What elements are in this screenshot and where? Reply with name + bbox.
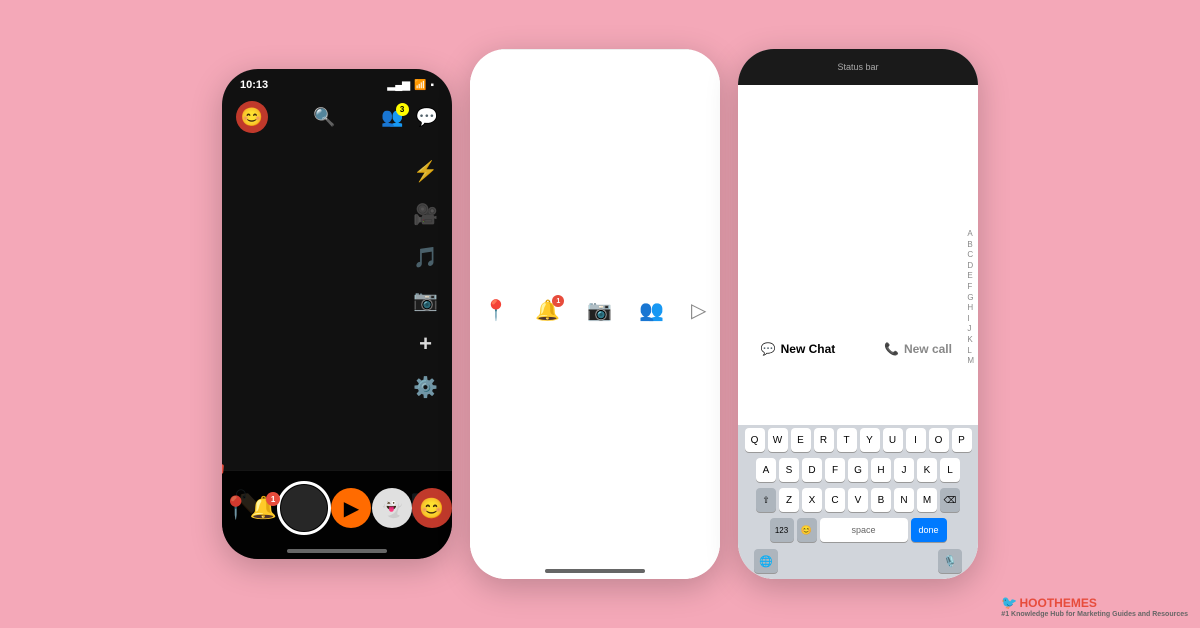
globe-key[interactable]: 🌐	[754, 549, 778, 573]
key-m[interactable]: M	[917, 488, 937, 512]
key-v[interactable]: V	[848, 488, 868, 512]
new-chat-icon: 💬	[761, 342, 776, 356]
key-y[interactable]: Y	[860, 428, 880, 452]
brand-name: HOOTHEMES	[1019, 596, 1096, 610]
brand-icon: 🐦	[1001, 595, 1017, 611]
camera-shutter-btn[interactable]	[277, 481, 331, 535]
record-btn[interactable]: ▶	[331, 488, 371, 528]
phone-1: 10:13 ▂▄▆ 📶 ▪ 😊 🔍 👥 3 💬 ⚡ 🎥 🎵 📷	[222, 69, 452, 559]
emoji-key[interactable]: 😊	[797, 518, 817, 542]
key-q[interactable]: Q	[745, 428, 765, 452]
flash-icon[interactable]: ⚡	[413, 159, 438, 184]
key-w[interactable]: W	[768, 428, 788, 452]
key-l[interactable]: L	[940, 458, 960, 482]
notif-badge2: 1	[552, 295, 564, 307]
red-arrow-1: ➜	[222, 454, 233, 486]
key-t[interactable]: T	[837, 428, 857, 452]
signal-icon: ▂▄▆	[388, 80, 410, 91]
key-j[interactable]: J	[894, 458, 914, 482]
kb-row-1: Q W E R T Y U I O P	[738, 425, 978, 455]
phone1-bottom-nav: ➜ 📍 🔔 1 ▶ 👻 😊	[222, 470, 452, 559]
key-p[interactable]: P	[952, 428, 972, 452]
watermark: 🐦 HOOTHEMES #1 Knowledge Hub for Marketi…	[1001, 595, 1188, 618]
key-h[interactable]: H	[871, 458, 891, 482]
chat-icon[interactable]: 💬	[416, 107, 438, 128]
phone1-time: 10:13	[240, 79, 268, 91]
phone-2: 10:14 ▂▄▆ 📶 🔋 😊 Chat 👥 3 ••• 🔒 Help sec	[470, 49, 720, 579]
key-u[interactable]: U	[883, 428, 903, 452]
add-friend-icon[interactable]: 👥 3	[381, 107, 403, 128]
key-c[interactable]: C	[825, 488, 845, 512]
space-key[interactable]: space	[820, 518, 908, 542]
brand-sub: #1 Knowledge Hub for Marketing Guides an…	[1001, 611, 1188, 618]
search-icon[interactable]: 🔍	[313, 107, 335, 128]
key-f[interactable]: F	[825, 458, 845, 482]
phone-3: Status bar 💬 New Chat 📞 New call To: 👥 N…	[738, 49, 978, 579]
friend-badge: 3	[396, 103, 409, 116]
phone2-bottom-nav: 📍 🔔 1 📷 👥 ▷	[470, 49, 720, 579]
phone1-right-icons: 👥 3 💬	[381, 107, 438, 128]
phone1-status-bar: 10:13 ▂▄▆ 📶 ▪	[222, 69, 452, 97]
mic-key[interactable]: 🎙️	[938, 549, 962, 573]
wifi-icon: 📶	[414, 80, 426, 91]
cam-nav2-icon[interactable]: 📷	[587, 298, 612, 323]
key-z[interactable]: Z	[779, 488, 799, 512]
video-icon[interactable]: 🎥	[413, 202, 438, 227]
friends-nav2-icon[interactable]: 👥	[639, 298, 664, 323]
home-indicator-2	[545, 569, 645, 573]
phone1-top-bar: 😊 🔍 👥 3 💬	[222, 97, 452, 141]
kb-row-4: 123 😊 space done	[738, 515, 978, 545]
phone1-side-icons: ⚡ 🎥 🎵 📷 + ⚙️	[413, 159, 438, 400]
add-icon[interactable]: +	[419, 331, 432, 357]
key-s[interactable]: S	[779, 458, 799, 482]
new-call-label: New call	[904, 342, 952, 356]
map-nav2-icon[interactable]: 📍	[483, 298, 508, 323]
key-g[interactable]: G	[848, 458, 868, 482]
discover-nav2-icon[interactable]: ▷	[691, 298, 706, 323]
shift-key[interactable]: ⇧	[756, 488, 776, 512]
user-avatar-btn[interactable]: 😊	[412, 488, 452, 528]
key-x[interactable]: X	[802, 488, 822, 512]
ghost-btn[interactable]: 👻	[372, 488, 412, 528]
kb-row-3: ⇧ Z X C V B N M ⌫	[738, 485, 978, 515]
phone-icon: 📞	[884, 342, 899, 356]
new-chat-label: New Chat	[781, 342, 836, 356]
backspace-key[interactable]: ⌫	[940, 488, 960, 512]
settings-icon[interactable]: ⚙️	[413, 375, 438, 400]
key-d[interactable]: D	[802, 458, 822, 482]
map-nav-icon[interactable]: 📍	[222, 495, 249, 521]
home-indicator	[287, 549, 387, 553]
music-icon[interactable]: 🎵	[413, 245, 438, 270]
key-i[interactable]: I	[906, 428, 926, 452]
avatar[interactable]: 😊	[236, 101, 268, 133]
key-k[interactable]: K	[917, 458, 937, 482]
num-key[interactable]: 123	[770, 518, 794, 542]
phone3-top-bar: Status bar	[738, 49, 978, 85]
key-a[interactable]: A	[756, 458, 776, 482]
notif-badge: 1	[266, 492, 280, 506]
key-e[interactable]: E	[791, 428, 811, 452]
keyboard: Q W E R T Y U I O P A S D F G H J K L	[738, 425, 978, 579]
key-o[interactable]: O	[929, 428, 949, 452]
phone1-status-icons: ▂▄▆ 📶 ▪	[388, 80, 434, 91]
kb-row-2: A S D F G H J K L	[738, 455, 978, 485]
key-b[interactable]: B	[871, 488, 891, 512]
battery-icon: ▪	[430, 80, 434, 91]
key-r[interactable]: R	[814, 428, 834, 452]
alphabet-sidebar: A B C D E F G H I J K L M	[967, 229, 974, 366]
camera-icon[interactable]: 📷	[413, 288, 438, 313]
key-n[interactable]: N	[894, 488, 914, 512]
done-key[interactable]: done	[911, 518, 947, 542]
